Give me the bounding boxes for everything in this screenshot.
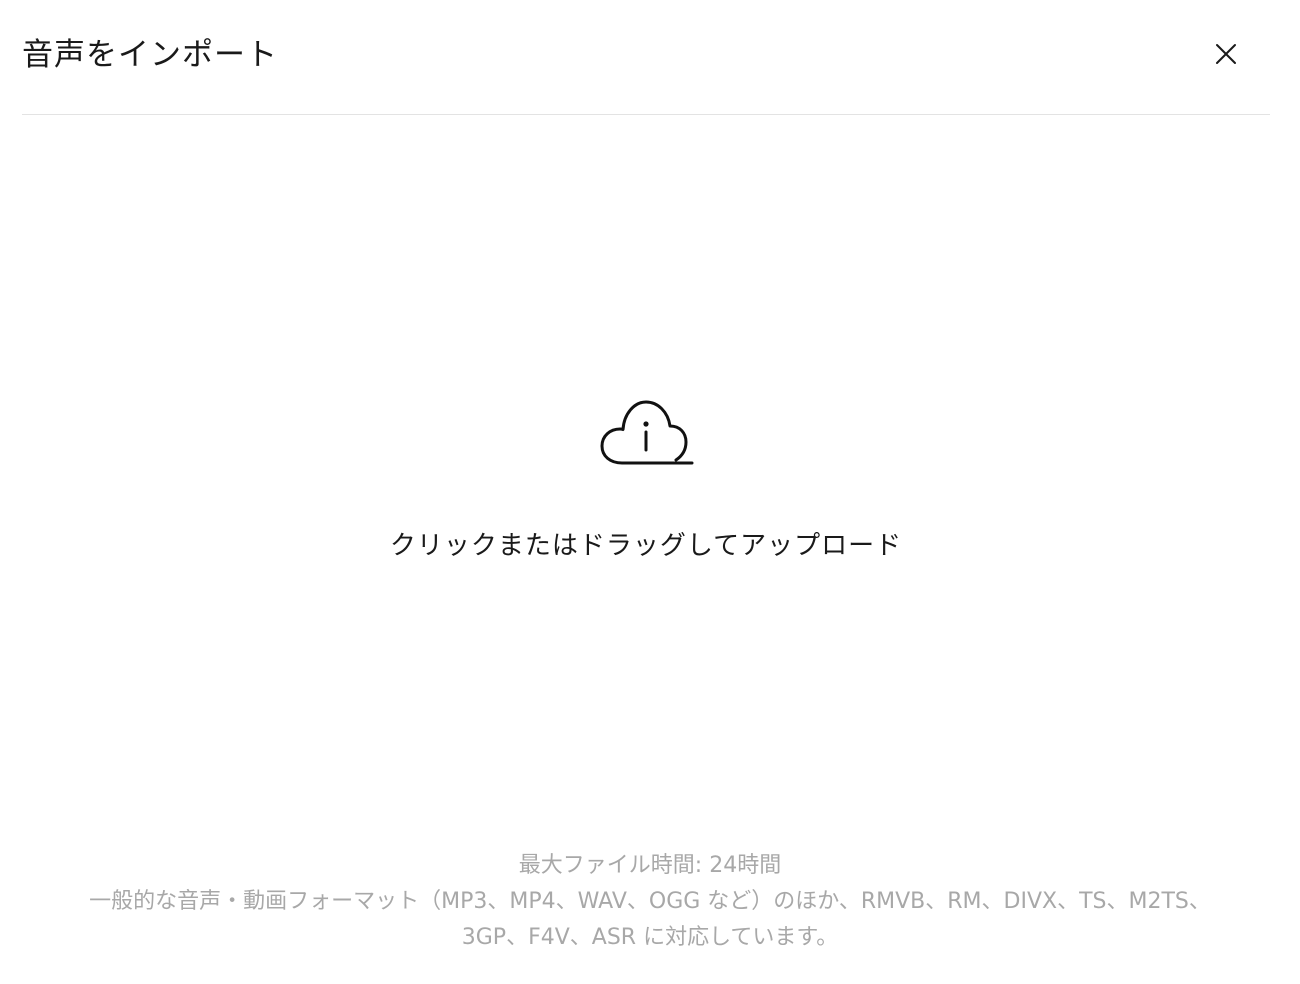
dialog-header: 音声をインポート [22, 0, 1270, 115]
upload-instruction: クリックまたはドラッグしてアップロード [389, 531, 903, 561]
upload-info: 最大ファイル時間: 24時間 一般的な音声・動画フォーマット（MP3、MP4、W… [0, 848, 1300, 956]
cloud-upload-icon [600, 400, 694, 465]
close-icon [1216, 44, 1236, 64]
upload-dropzone[interactable]: クリックまたはドラッグしてアップロード [22, 116, 1270, 816]
close-button[interactable] [1208, 36, 1244, 72]
max-duration-text: 最大ファイル時間: 24時間 [518, 853, 782, 878]
import-audio-dialog: 音声をインポート クリックまたはドラッグしてアップロード 最大ファイル時間: 2… [0, 0, 1300, 984]
supported-formats-line-1: 一般的な音声・動画フォーマット（MP3、MP4、WAV、OGG など）のほか、R… [89, 889, 1211, 914]
dialog-title: 音声をインポート [22, 37, 278, 73]
supported-formats-line-2: 3GP、F4V、ASR に対応しています。 [461, 925, 839, 950]
